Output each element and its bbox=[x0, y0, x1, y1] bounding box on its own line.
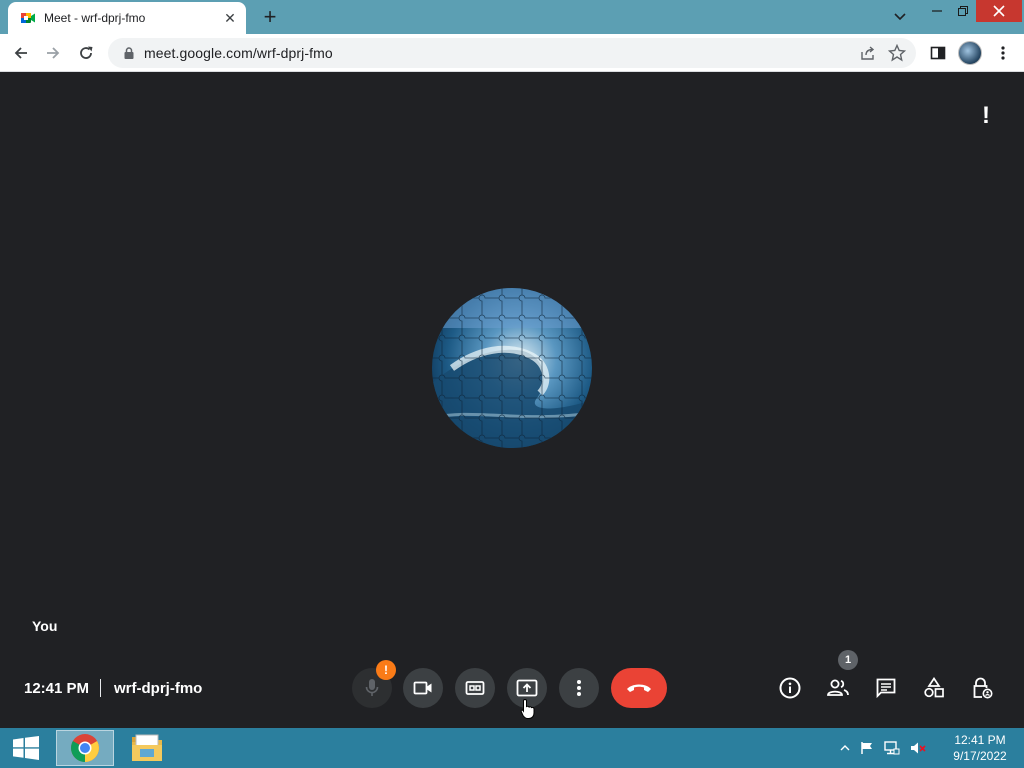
reload-icon[interactable] bbox=[73, 40, 99, 66]
alert-exclamation-icon[interactable]: ! bbox=[978, 102, 994, 130]
show-everyone-button[interactable] bbox=[820, 670, 856, 706]
more-options-button[interactable] bbox=[559, 668, 599, 708]
back-arrow-icon[interactable] bbox=[8, 40, 34, 66]
show-hidden-icons-chevron-icon[interactable] bbox=[840, 744, 850, 752]
start-button[interactable] bbox=[6, 734, 46, 762]
leave-call-button[interactable] bbox=[611, 668, 667, 708]
system-tray bbox=[840, 736, 926, 760]
host-controls-lock-icon bbox=[973, 677, 993, 699]
microphone-icon bbox=[365, 679, 379, 696]
taskbar-clock[interactable]: 12:41 PM 9/17/2022 bbox=[940, 732, 1020, 764]
meeting-controls-bar: 12:41 PM wrf-dprj-fmo ! 1 bbox=[0, 650, 1024, 719]
taskbar-file-explorer-button[interactable] bbox=[118, 730, 176, 766]
chat-button[interactable] bbox=[868, 670, 904, 706]
host-controls-button[interactable] bbox=[964, 670, 1000, 706]
side-panel-icon[interactable] bbox=[925, 40, 951, 66]
chrome-icon bbox=[71, 734, 99, 762]
meeting-time: 12:41 PM bbox=[24, 680, 90, 697]
bookmark-star-icon[interactable] bbox=[888, 44, 906, 62]
meeting-code: wrf-dprj-fmo bbox=[114, 680, 203, 697]
browser-tab-meet[interactable]: Meet - wrf-dprj-fmo ✕ bbox=[8, 2, 246, 34]
tab-search-chevron-icon[interactable] bbox=[886, 6, 914, 28]
browser-tab-strip: Meet - wrf-dprj-fmo ✕ + bbox=[0, 0, 1024, 34]
closed-captions-icon bbox=[465, 681, 485, 695]
taskbar-time: 12:41 PM bbox=[954, 733, 1006, 747]
videocam-icon bbox=[413, 681, 432, 695]
present-to-all-icon bbox=[516, 679, 538, 697]
camera-button[interactable] bbox=[403, 668, 443, 708]
action-center-flag-icon[interactable] bbox=[860, 741, 874, 755]
taskbar-date: 9/17/2022 bbox=[953, 749, 1007, 763]
google-meet-favicon-icon bbox=[21, 13, 35, 23]
divider bbox=[100, 679, 101, 697]
lock-icon bbox=[124, 47, 134, 59]
address-bar[interactable]: meet.google.com/wrf-dprj-fmo bbox=[108, 38, 916, 68]
meet-stage: ! You 12:41 PM wrf-dprj-fmo ! 1 bbox=[0, 72, 1024, 728]
participant-name-label: You bbox=[32, 618, 58, 634]
window-minimize-button[interactable] bbox=[924, 0, 950, 22]
tab-close-icon[interactable]: ✕ bbox=[222, 10, 238, 26]
taskbar-chrome-button[interactable] bbox=[56, 730, 114, 766]
url-text: meet.google.com/wrf-dprj-fmo bbox=[144, 45, 333, 61]
browser-toolbar: meet.google.com/wrf-dprj-fmo bbox=[0, 34, 1024, 72]
info-icon bbox=[779, 677, 801, 699]
window-restore-button[interactable] bbox=[950, 0, 976, 22]
people-icon bbox=[827, 679, 849, 696]
new-tab-button[interactable]: + bbox=[258, 6, 282, 30]
window-close-button[interactable] bbox=[976, 0, 1022, 22]
file-explorer-icon bbox=[132, 734, 162, 761]
chat-icon bbox=[876, 678, 896, 699]
share-icon[interactable] bbox=[860, 45, 876, 61]
profile-avatar[interactable] bbox=[958, 41, 982, 65]
activities-shapes-icon bbox=[924, 677, 944, 698]
windows-logo-icon bbox=[13, 736, 39, 760]
meeting-details-button[interactable] bbox=[772, 670, 808, 706]
participant-avatar bbox=[432, 288, 592, 448]
participant-count-badge: 1 bbox=[838, 650, 858, 670]
forward-arrow-icon[interactable] bbox=[40, 40, 66, 66]
more-vert-icon bbox=[577, 680, 581, 696]
tab-title: Meet - wrf-dprj-fmo bbox=[44, 11, 146, 25]
network-icon[interactable] bbox=[884, 741, 900, 755]
windows-taskbar: 12:41 PM 9/17/2022 bbox=[0, 728, 1024, 768]
mic-warning-badge[interactable]: ! bbox=[376, 660, 396, 680]
activities-button[interactable] bbox=[916, 670, 952, 706]
wave-puzzle-avatar-image bbox=[432, 288, 592, 448]
volume-muted-icon[interactable] bbox=[910, 741, 926, 755]
call-end-icon bbox=[627, 684, 651, 692]
hand-pointer-cursor-icon bbox=[520, 698, 535, 719]
captions-button[interactable] bbox=[455, 668, 495, 708]
chrome-menu-icon[interactable] bbox=[990, 40, 1016, 66]
